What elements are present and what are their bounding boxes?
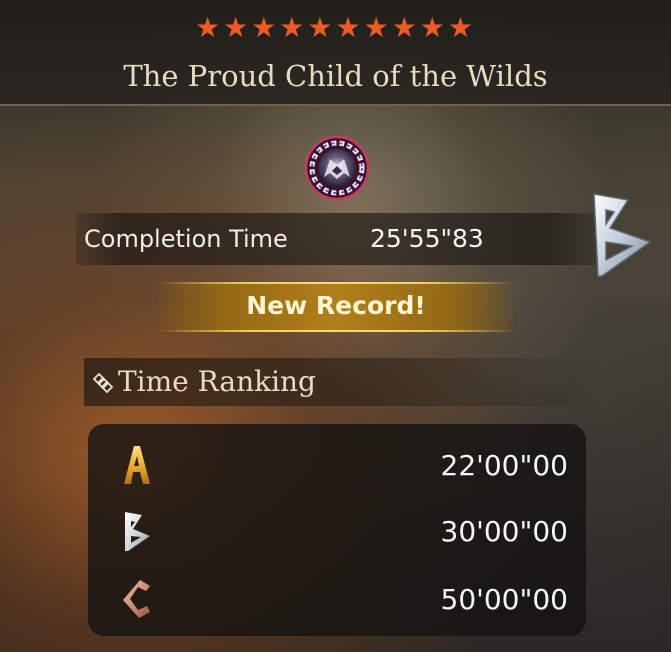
grade-c-text: C	[120, 578, 121, 579]
completion-time-row: Completion Time 25'55"83	[76, 213, 596, 265]
boss-emblem-icon	[304, 135, 370, 201]
time-ranking-title: Time Ranking	[118, 365, 316, 398]
grade-a-text: A	[120, 444, 121, 445]
grade-c-icon: C	[120, 578, 150, 618]
difficulty-stars: ★★★★★★★★★★	[194, 11, 476, 44]
new-record-text: New Record!	[246, 291, 426, 320]
stage-title: The Proud Child of the Wilds	[123, 59, 548, 93]
stage-header: ★★★★★★★★★★ The Proud Child of the Wilds	[0, 0, 671, 106]
new-record-banner: New Record!	[158, 282, 514, 332]
ranking-diamond-icon	[92, 372, 114, 394]
ranking-row-a: A 22'00"00	[88, 438, 586, 494]
time-ranking-panel: A 22'00"00 B 30'00"00 C 50'00"00	[88, 424, 586, 636]
ranking-time-a: 22'00"00	[440, 449, 568, 482]
completion-time-value: 25'55"83	[370, 224, 484, 253]
grade-b-row-text: B	[120, 510, 121, 511]
time-ranking-header: Time Ranking	[84, 358, 604, 406]
grade-b-text: B	[588, 190, 589, 191]
grade-b-icon: B	[120, 510, 150, 551]
ranking-row-b: B 30'00"00	[88, 504, 586, 560]
ranking-row-c: C 50'00"00	[88, 572, 586, 628]
ranking-time-b: 30'00"00	[440, 515, 568, 548]
grade-a-icon: A	[120, 444, 150, 484]
completion-time-label: Completion Time	[84, 225, 288, 253]
ranking-time-c: 50'00"00	[440, 583, 568, 616]
grade-b-badge-icon: B	[588, 190, 652, 277]
